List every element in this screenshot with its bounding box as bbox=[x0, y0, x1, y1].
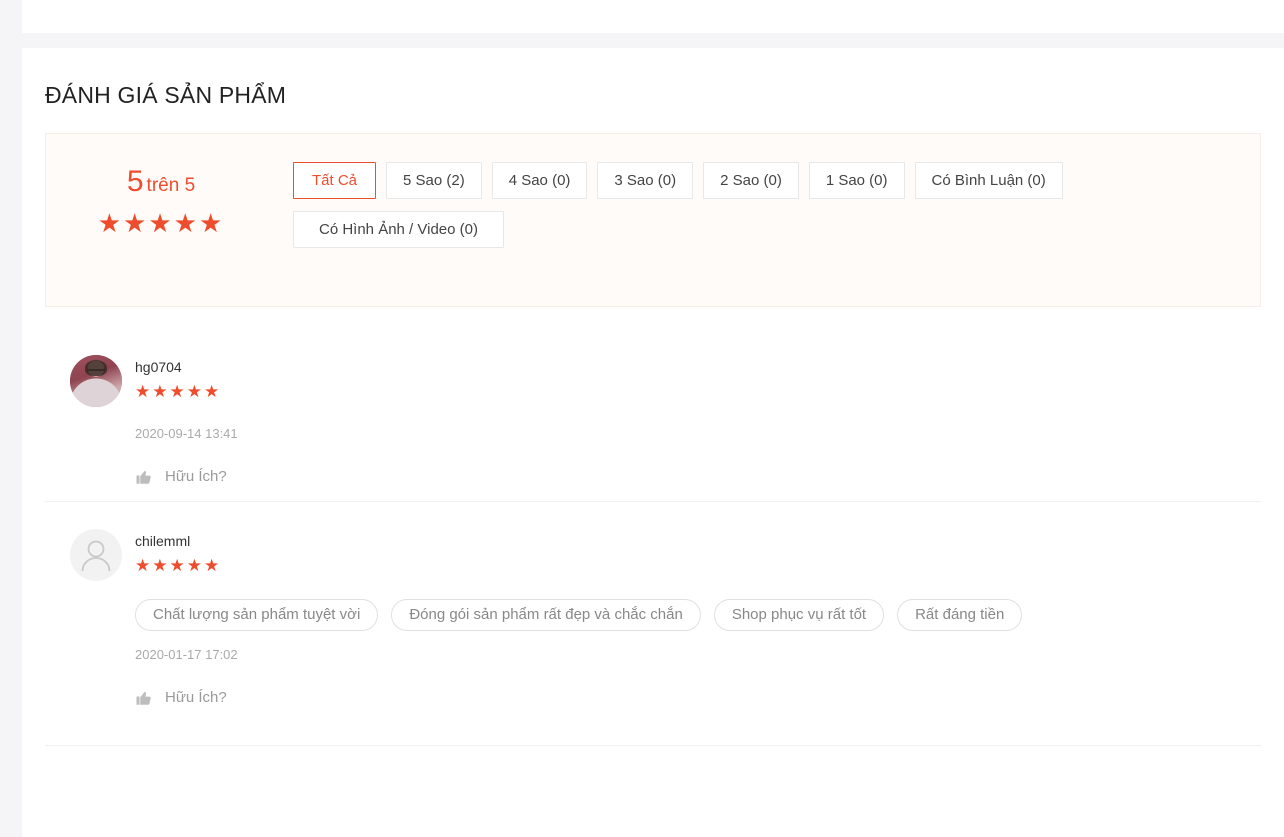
review-filter-button[interactable]: Có Bình Luận (0) bbox=[914, 162, 1063, 199]
helpful-label: Hữu Ích? bbox=[165, 468, 227, 485]
helpful-button[interactable]: Hữu Ích? bbox=[135, 689, 227, 707]
star-icon: ★ bbox=[204, 382, 222, 401]
overall-score-line: 5 trên 5 bbox=[46, 167, 276, 197]
star-icon: ★ bbox=[173, 208, 199, 238]
review-timestamp: 2020-01-17 17:02 bbox=[135, 647, 238, 662]
review-filter-button[interactable]: 1 Sao (0) bbox=[808, 162, 905, 199]
person-icon bbox=[81, 540, 111, 572]
review-tag: Chất lượng sản phẩm tuyệt vời bbox=[135, 599, 379, 631]
star-icon: ★ bbox=[152, 382, 170, 401]
avatar[interactable] bbox=[70, 355, 122, 407]
star-icon: ★ bbox=[123, 208, 149, 238]
star-icon: ★ bbox=[169, 382, 187, 401]
star-icon: ★ bbox=[186, 556, 204, 575]
avatar[interactable] bbox=[70, 529, 122, 581]
review-item: chilemml ★★★★★ Chất lượng sản phẩm tuyệt v… bbox=[45, 501, 1261, 746]
review-filter-button[interactable]: 5 Sao (2) bbox=[386, 162, 482, 199]
star-icon: ★ bbox=[148, 208, 174, 238]
star-icon: ★ bbox=[169, 556, 187, 575]
review-filter-row-1: Tất Cả 5 Sao (2) 4 Sao (0) 3 Sao (0) 2 Sao (… bbox=[293, 162, 1260, 199]
helpful-label: Hữu Ích? bbox=[165, 689, 227, 706]
reviewer-username[interactable]: chilemml bbox=[135, 532, 221, 550]
review-item: hg0704 ★★★★★ 2020-09-14 13:41 Hữu Ích? bbox=[45, 341, 1261, 486]
review-header: hg0704 ★★★★★ bbox=[45, 355, 1261, 407]
star-icon: ★ bbox=[186, 382, 204, 401]
helpful-button[interactable]: Hữu Ích? bbox=[135, 468, 227, 486]
review-filter-button[interactable]: 2 Sao (0) bbox=[703, 162, 799, 199]
reviewer-meta: hg0704 ★★★★★ bbox=[135, 355, 221, 400]
review-filter-button[interactable]: 3 Sao (0) bbox=[597, 162, 694, 199]
review-tag: Shop phục vụ rất tốt bbox=[713, 599, 885, 631]
thumbs-up-icon bbox=[136, 691, 151, 705]
review-tag: Rất đáng tiền bbox=[897, 599, 1023, 631]
review-list: hg0704 ★★★★★ 2020-09-14 13:41 Hữu Ích? chile… bbox=[45, 341, 1261, 746]
review-section-card: ĐÁNH GIÁ SẢN PHẨM 5 trên 5 ★★★★★ Tất Cả 5 … bbox=[22, 48, 1284, 837]
star-icon: ★ bbox=[135, 382, 153, 401]
review-filter-button[interactable]: Có Hình Ảnh / Video (0) bbox=[293, 211, 504, 248]
reviewer-meta: chilemml ★★★★★ bbox=[135, 529, 221, 574]
review-header: chilemml ★★★★★ bbox=[45, 529, 1261, 581]
product-review-page: ĐÁNH GIÁ SẢN PHẨM 5 trên 5 ★★★★★ Tất Cả 5 … bbox=[0, 0, 1284, 837]
overall-score-value: 5 bbox=[126, 165, 144, 198]
star-icon: ★ bbox=[97, 208, 124, 238]
overall-score-suffix: trên 5 bbox=[146, 175, 196, 196]
review-body: 2020-09-14 13:41 Hữu Ích? bbox=[135, 425, 1261, 486]
star-icon: ★ bbox=[204, 556, 222, 575]
thumbs-up-icon bbox=[136, 470, 151, 484]
review-filter-button[interactable]: Tất Cả bbox=[293, 162, 376, 199]
review-timestamp: 2020-09-14 13:41 bbox=[135, 426, 238, 441]
rating-summary-panel: 5 trên 5 ★★★★★ Tất Cả 5 Sao (2) 4 Sao (0) 3 … bbox=[45, 133, 1261, 307]
reviewer-username[interactable]: hg0704 bbox=[135, 358, 221, 376]
page-title: ĐÁNH GIÁ SẢN PHẨM bbox=[45, 82, 287, 108]
review-tag: Đóng gói sản phẩm rất đẹp và chắc chắn bbox=[391, 599, 701, 631]
review-tag-list: Chất lượng sản phẩm tuyệt vời Đóng gói sả… bbox=[135, 599, 1261, 631]
review-filter-row-2: Có Hình Ảnh / Video (0) bbox=[293, 211, 1260, 248]
review-star-rating: ★★★★★ bbox=[135, 557, 221, 574]
star-icon: ★ bbox=[198, 208, 225, 238]
review-filter-button[interactable]: 4 Sao (0) bbox=[491, 162, 588, 199]
star-icon: ★ bbox=[135, 556, 153, 575]
star-icon: ★ bbox=[152, 556, 170, 575]
overall-star-rating: ★★★★★ bbox=[46, 210, 276, 236]
review-star-rating: ★★★★★ bbox=[135, 383, 221, 400]
review-body: Chất lượng sản phẩm tuyệt vời Đóng gói sả… bbox=[135, 599, 1261, 707]
overall-score-block: 5 trên 5 ★★★★★ bbox=[46, 134, 276, 237]
review-filter-group: Tất Cả 5 Sao (2) 4 Sao (0) 3 Sao (0) 2 Sao (… bbox=[276, 134, 1260, 248]
previous-section-strip bbox=[22, 0, 1284, 33]
